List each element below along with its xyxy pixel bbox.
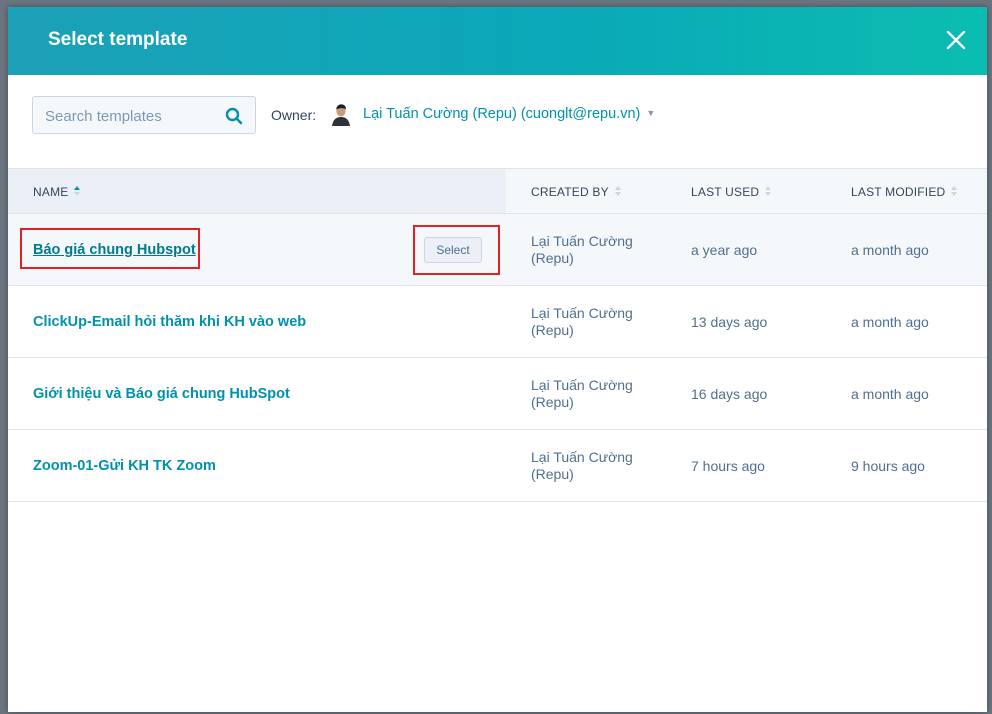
last-modified: a month ago bbox=[851, 386, 929, 402]
avatar bbox=[330, 102, 352, 126]
last-modified: a month ago bbox=[851, 242, 929, 258]
templates-table: NAME CREATED BY LAST USED LAST MODIFIED … bbox=[8, 168, 987, 502]
column-header-label: CREATED BY bbox=[531, 185, 609, 199]
search-icon[interactable] bbox=[225, 107, 243, 125]
table-row[interactable]: Giới thiệu và Báo giá chung HubSpot Lại … bbox=[8, 358, 987, 430]
created-by: Lại Tuấn Cường (Repu) bbox=[531, 305, 633, 339]
table-row[interactable]: ClickUp-Email hỏi thăm khi KH vào web Lạ… bbox=[8, 286, 987, 358]
sort-ascending-icon bbox=[73, 185, 81, 200]
select-template-modal: Select template Owner: bbox=[8, 7, 987, 712]
caret-down-icon: ▼ bbox=[646, 108, 656, 118]
sort-icon bbox=[614, 185, 622, 200]
modal-title: Select template bbox=[48, 29, 188, 50]
column-header-last-modified[interactable]: LAST MODIFIED bbox=[851, 185, 958, 200]
search-input[interactable] bbox=[43, 97, 222, 135]
modal-header: Select template bbox=[8, 7, 987, 75]
owner-dropdown[interactable]: Lại Tuấn Cường (Repu) (cuonglt@repu.vn) ▼ bbox=[363, 106, 655, 122]
column-header-last-used[interactable]: LAST USED bbox=[691, 185, 772, 200]
select-button[interactable]: Select bbox=[424, 237, 482, 263]
last-modified: 9 hours ago bbox=[851, 458, 925, 474]
name-column-header-bg bbox=[8, 169, 506, 213]
created-by: Lại Tuấn Cường (Repu) bbox=[531, 377, 633, 411]
owner-value-text: Lại Tuấn Cường (Repu) (cuonglt@repu.vn) bbox=[363, 106, 641, 122]
last-used: a year ago bbox=[691, 242, 758, 258]
column-header-label: NAME bbox=[33, 185, 69, 199]
created-by-name: Lại Tuấn Cường bbox=[531, 233, 633, 249]
created-by-org: (Repu) bbox=[531, 466, 574, 482]
search-box bbox=[32, 96, 256, 135]
created-by-org: (Repu) bbox=[531, 322, 574, 338]
column-header-name[interactable]: NAME bbox=[33, 185, 81, 200]
toolbar: Owner: Lại Tuấn Cường (Repu) (cuonglt@re… bbox=[8, 75, 987, 169]
table-header: NAME CREATED BY LAST USED LAST MODIFIED bbox=[8, 168, 987, 214]
last-modified: a month ago bbox=[851, 314, 929, 330]
column-header-created-by[interactable]: CREATED BY bbox=[531, 185, 622, 200]
created-by-name: Lại Tuấn Cường bbox=[531, 449, 633, 465]
table-row[interactable]: Zoom-01-Gửi KH TK Zoom Lại Tuấn Cường (R… bbox=[8, 430, 987, 502]
created-by-org: (Repu) bbox=[531, 394, 574, 410]
created-by-name: Lại Tuấn Cường bbox=[531, 377, 633, 393]
created-by: Lại Tuấn Cường (Repu) bbox=[531, 449, 633, 483]
template-name-link[interactable]: Giới thiệu và Báo giá chung HubSpot bbox=[33, 386, 290, 402]
close-icon[interactable] bbox=[943, 27, 969, 53]
sort-icon bbox=[950, 185, 958, 200]
template-name-link[interactable]: Zoom-01-Gửi KH TK Zoom bbox=[33, 458, 216, 474]
table-row[interactable]: Báo giá chung Hubspot Select Lại Tuấn Cư… bbox=[8, 214, 987, 286]
created-by-name: Lại Tuấn Cường bbox=[531, 305, 633, 321]
sort-icon bbox=[764, 185, 772, 200]
last-used: 13 days ago bbox=[691, 314, 768, 330]
owner-label: Owner: bbox=[271, 107, 317, 123]
column-header-label: LAST USED bbox=[691, 185, 760, 199]
last-used: 16 days ago bbox=[691, 386, 768, 402]
template-name-link[interactable]: Báo giá chung Hubspot bbox=[33, 242, 196, 258]
created-by-org: (Repu) bbox=[531, 250, 574, 266]
column-header-label: LAST MODIFIED bbox=[851, 185, 946, 199]
last-used: 7 hours ago bbox=[691, 458, 765, 474]
template-name-link[interactable]: ClickUp-Email hỏi thăm khi KH vào web bbox=[33, 314, 306, 330]
created-by: Lại Tuấn Cường (Repu) bbox=[531, 233, 633, 267]
